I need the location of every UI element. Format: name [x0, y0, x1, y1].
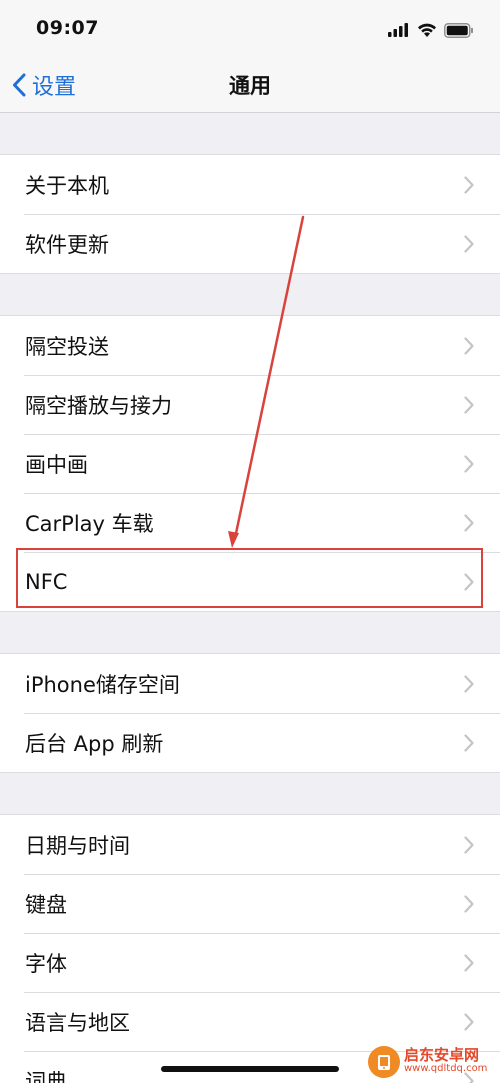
home-indicator[interactable]: [161, 1066, 339, 1072]
settings-row-background-app-refresh[interactable]: 后台 App 刷新: [0, 713, 500, 772]
settings-group-device: 关于本机 软件更新: [0, 154, 500, 274]
site-watermark: 启东安卓网 www.qdltdq.com: [368, 1040, 500, 1083]
settings-row-date-time[interactable]: 日期与时间: [0, 815, 500, 874]
settings-row-about[interactable]: 关于本机: [0, 155, 500, 214]
settings-row-fonts[interactable]: 字体: [0, 933, 500, 992]
status-icons: [388, 20, 474, 40]
row-label: 日期与时间: [25, 833, 130, 858]
row-label: 隔空投送: [25, 334, 109, 359]
chevron-right-icon: [464, 336, 474, 355]
section-spacer: [0, 113, 500, 154]
chevron-right-icon: [464, 513, 474, 532]
watermark-logo-icon: [368, 1045, 400, 1078]
row-label: 画中画: [25, 452, 88, 477]
row-label: 字体: [25, 951, 67, 976]
chevron-right-icon: [464, 572, 474, 591]
wifi-icon: [418, 23, 436, 37]
settings-row-picture-in-picture[interactable]: 画中画: [0, 434, 500, 493]
watermark-url: www.qdltdq.com: [404, 1063, 488, 1075]
chevron-right-icon: [464, 454, 474, 473]
settings-group-connectivity: 隔空投送 隔空播放与接力 画中画 CarPlay 车载 NFC: [0, 315, 500, 612]
watermark-title: 启东安卓网: [404, 1046, 480, 1065]
chevron-right-icon: [464, 234, 474, 253]
navigation-bar: 设置 通用: [0, 58, 500, 113]
settings-row-nfc[interactable]: NFC: [0, 552, 500, 611]
row-label: NFC: [25, 569, 68, 594]
chevron-right-icon: [464, 894, 474, 913]
chevron-right-icon: [464, 674, 474, 693]
row-label: CarPlay 车载: [25, 511, 154, 536]
row-label: 词典: [25, 1069, 67, 1083]
row-label: 关于本机: [25, 173, 109, 198]
settings-row-airplay-handoff[interactable]: 隔空播放与接力: [0, 375, 500, 434]
page-title: 通用: [229, 74, 271, 98]
settings-row-software-update[interactable]: 软件更新: [0, 214, 500, 273]
chevron-right-icon: [464, 1012, 474, 1031]
row-label: 隔空播放与接力: [25, 393, 172, 418]
settings-row-iphone-storage[interactable]: iPhone储存空间: [0, 654, 500, 713]
status-time: 09:07: [36, 17, 99, 39]
row-label: 键盘: [25, 892, 67, 917]
cellular-signal-icon: [388, 23, 408, 37]
section-spacer: [0, 274, 500, 315]
row-label: 语言与地区: [25, 1010, 130, 1035]
row-label: 后台 App 刷新: [25, 731, 164, 756]
chevron-right-icon: [464, 953, 474, 972]
settings-row-carplay[interactable]: CarPlay 车载: [0, 493, 500, 552]
settings-screen: 09:07 设置 通用 关于本机 软件更新 隔空投送 隔空播放与接力 画中画 C…: [0, 0, 500, 1083]
battery-icon: [444, 22, 473, 38]
chevron-right-icon: [464, 835, 474, 854]
settings-list: 关于本机 软件更新 隔空投送 隔空播放与接力 画中画 CarPlay 车载 NF…: [0, 113, 500, 1083]
watermark-text: 启东安卓网 www.qdltdq.com: [404, 1048, 487, 1074]
status-bar: 09:07: [0, 0, 500, 58]
chevron-right-icon: [464, 733, 474, 752]
settings-group-storage: iPhone储存空间 后台 App 刷新: [0, 653, 500, 773]
row-label: iPhone储存空间: [25, 672, 180, 697]
section-spacer: [0, 612, 500, 653]
row-label: 软件更新: [25, 232, 109, 257]
settings-row-airdrop[interactable]: 隔空投送: [0, 316, 500, 375]
section-spacer: [0, 773, 500, 814]
chevron-right-icon: [464, 395, 474, 414]
settings-row-keyboard[interactable]: 键盘: [0, 874, 500, 933]
chevron-right-icon: [464, 175, 474, 194]
